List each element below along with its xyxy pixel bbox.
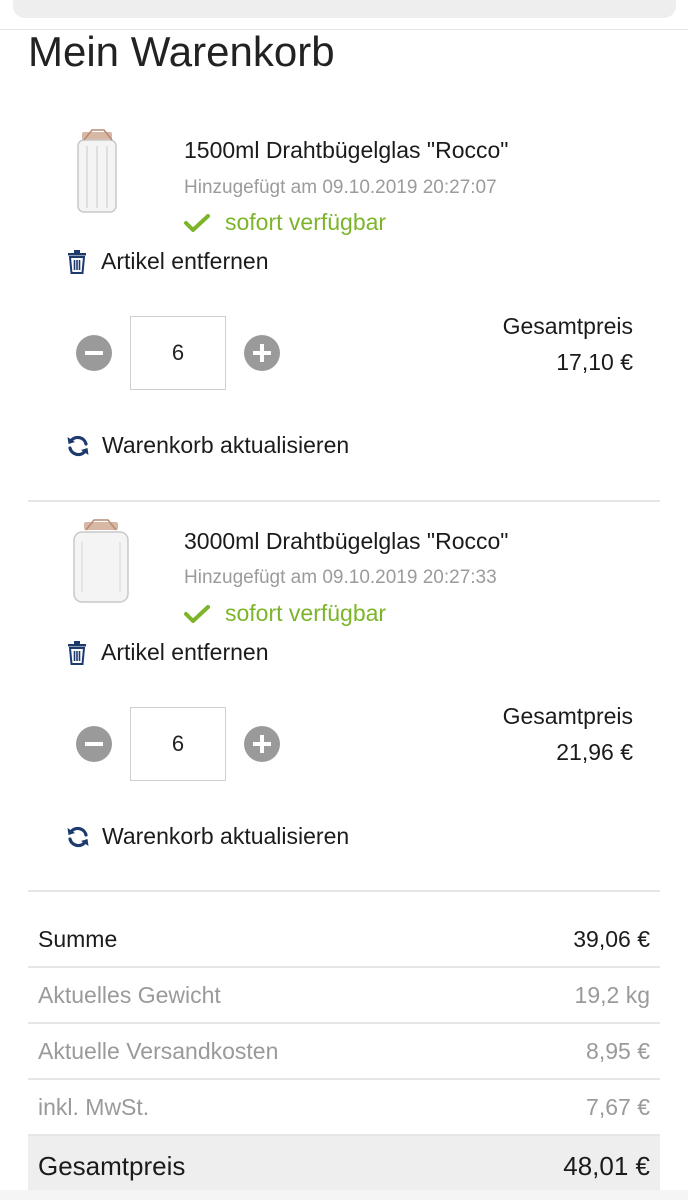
quantity-stepper (76, 707, 280, 781)
bottom-strip (0, 1190, 688, 1200)
update-cart-label: Warenkorb aktualisieren (102, 823, 350, 849)
quantity-input[interactable] (130, 707, 226, 781)
update-cart-link[interactable]: Warenkorb aktualisieren (66, 823, 349, 850)
jar-image (77, 129, 117, 213)
availability: sofort verfügbar (184, 209, 386, 236)
product-name[interactable]: 3000ml Drahtbügelglas "Rocco" (184, 528, 508, 555)
product-image[interactable] (56, 518, 146, 608)
minus-icon[interactable] (76, 335, 112, 371)
availability-text: sofort verfügbar (225, 600, 387, 626)
item-total-value: 17,10 € (556, 349, 633, 375)
grand-total-label: Gesamtpreis (38, 1150, 186, 1181)
summary-row-shipping: Aktuelle Versandkosten 8,95 € (28, 1024, 660, 1080)
remove-item-label: Artikel entfernen (101, 248, 269, 274)
remove-item-link[interactable]: Artikel entfernen (66, 639, 268, 666)
minus-icon[interactable] (76, 726, 112, 762)
sum-label: Summe (38, 925, 118, 952)
shipping-value: 8,95 € (586, 1037, 650, 1064)
sync-icon (67, 826, 89, 847)
trash-icon (68, 249, 86, 274)
item-total-value: 21,96 € (556, 739, 633, 765)
cart-summary: Summe 39,06 € Aktuelles Gewicht 19,2 kg … (28, 912, 660, 1196)
check-icon (184, 213, 210, 232)
check-icon (184, 604, 210, 623)
browser-top-bar (0, 0, 688, 30)
summary-row-weight: Aktuelles Gewicht 19,2 kg (28, 968, 660, 1024)
quantity-input[interactable] (130, 316, 226, 390)
remove-item-label: Artikel entfernen (101, 639, 269, 665)
availability-text: sofort verfügbar (225, 209, 387, 235)
summary-row-total: Gesamtpreis 48,01 € (28, 1136, 660, 1196)
product-name[interactable]: 1500ml Drahtbügelglas "Rocco" (184, 137, 508, 164)
added-date: Hinzugefügt am 09.10.2019 20:27:07 (184, 177, 497, 198)
vat-label: inkl. MwSt. (38, 1093, 150, 1120)
availability: sofort verfügbar (184, 600, 386, 627)
remove-item-link[interactable]: Artikel entfernen (66, 248, 268, 275)
summary-row-vat: inkl. MwSt. 7,67 € (28, 1080, 660, 1136)
summary-divider (28, 890, 660, 892)
item-total-label: Gesamtpreis (502, 313, 633, 339)
update-cart-label: Warenkorb aktualisieren (102, 432, 350, 458)
plus-icon[interactable] (244, 726, 280, 762)
shipping-label: Aktuelle Versandkosten (38, 1037, 279, 1064)
product-image[interactable] (56, 128, 146, 218)
added-date: Hinzugefügt am 09.10.2019 20:27:33 (184, 567, 497, 588)
trash-icon (68, 640, 86, 665)
sum-value: 39,06 € (573, 925, 650, 952)
grand-total-value: 48,01 € (563, 1150, 650, 1181)
sync-icon (67, 435, 89, 456)
item-total-label: Gesamtpreis (502, 703, 633, 729)
weight-label: Aktuelles Gewicht (38, 981, 221, 1008)
summary-row-sum: Summe 39,06 € (28, 912, 660, 968)
weight-value: 19,2 kg (574, 981, 650, 1008)
address-bar[interactable] (13, 0, 676, 18)
quantity-stepper (76, 316, 280, 390)
plus-icon[interactable] (244, 335, 280, 371)
page-title: Mein Warenkorb (28, 28, 335, 75)
item-divider (28, 500, 660, 502)
jar-image (73, 519, 129, 603)
vat-value: 7,67 € (586, 1093, 650, 1120)
update-cart-link[interactable]: Warenkorb aktualisieren (66, 432, 349, 459)
